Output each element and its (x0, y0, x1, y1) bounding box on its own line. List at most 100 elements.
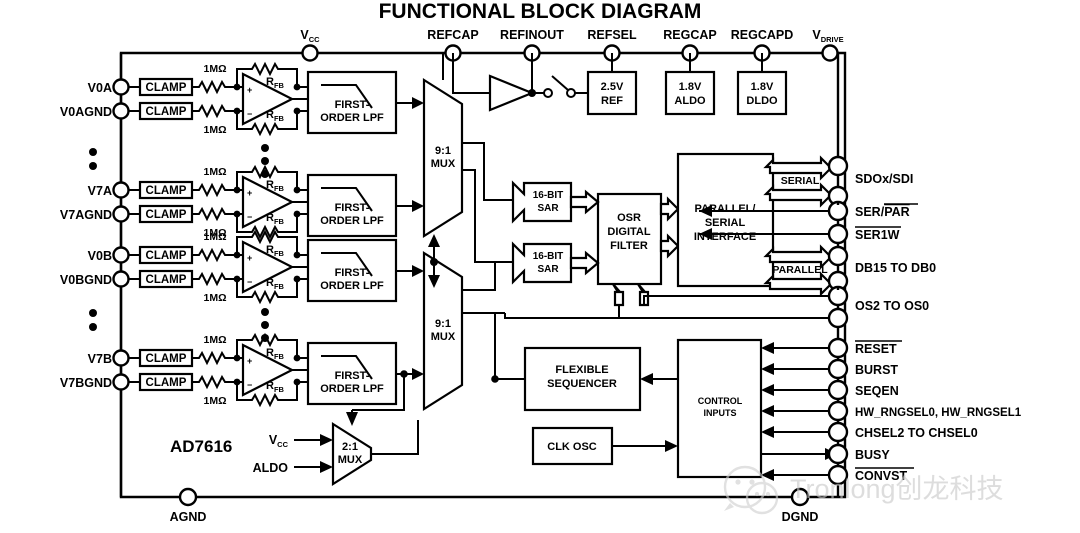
lpf-label-line1: FIRST- (335, 202, 370, 214)
pin-circle-v0b[interactable] (112, 246, 130, 264)
pin-circle-vcc[interactable] (301, 44, 319, 62)
pin-circle-agnd[interactable] (178, 487, 198, 507)
rfb-label: RFB (266, 109, 285, 123)
input-label-v7bgnd: V7BGND (60, 376, 112, 390)
clamp-label: CLAMP (146, 274, 187, 286)
pin-circle-seqen[interactable] (827, 379, 849, 401)
pin-label-seqen: SEQEN (855, 384, 899, 398)
dldo-block (736, 70, 788, 116)
aldo-block (664, 70, 716, 116)
input-label-v0agnd: V0AGND (60, 105, 112, 119)
pin-label-burst: BURST (855, 363, 898, 377)
pin-label-regcapd: REGCAPD (731, 28, 794, 42)
serial-bus-in (763, 182, 833, 208)
pin-circle-vdrive[interactable] (821, 44, 839, 62)
arrow-head (412, 368, 424, 380)
aldo-label-line1: 1.8V (679, 81, 702, 93)
resistor-value: 1MΩ (203, 63, 226, 75)
pin-circle-v7bgnd[interactable] (112, 373, 130, 391)
arrow-head (412, 265, 424, 277)
junction-dot (430, 258, 438, 266)
pin-circle-v7a[interactable] (112, 181, 130, 199)
bus-arrow (659, 196, 680, 222)
pin-circle-v7b[interactable] (112, 349, 130, 367)
sar-adc-1: 16-BIT SAR (462, 142, 573, 224)
sar2-label-line1: 16-BIT (533, 251, 564, 262)
pin-label-regcap: REGCAP (663, 28, 716, 42)
bus-arrow (569, 189, 600, 215)
clamp-label: CLAMP (146, 106, 187, 118)
input-channel-v0a: V0A V0AGND CLAMP CLAMP 1MΩ 1MΩ + − RFB R… (60, 61, 424, 137)
switch-terminal[interactable] (543, 88, 553, 98)
pin-label-ser-par: SER/PAR (855, 205, 910, 219)
bus-arrow (659, 233, 680, 259)
control-label-line2: INPUTS (703, 408, 736, 418)
bus-arrow (569, 250, 600, 276)
mux2-input-vcc: VCC (269, 433, 289, 449)
input-label-v0b: V0B (88, 249, 112, 263)
os-routing (619, 295, 838, 319)
clamp-label: CLAMP (146, 250, 187, 262)
mux-top-label-line2: MUX (431, 158, 456, 170)
pin-circle-busy[interactable] (827, 443, 849, 465)
opamp-minus: − (247, 380, 252, 390)
pin-circle-chsel[interactable] (827, 421, 849, 443)
opamp-plus: + (247, 356, 252, 366)
ref-buffer (488, 74, 535, 112)
watermark-text: Tronlong创龙科技 (790, 474, 1004, 504)
pin-label-hw-rngsel: HW_RNGSEL0, HW_RNGSEL1 (855, 407, 1022, 419)
clamp-label: CLAMP (146, 82, 187, 94)
arrow-head (640, 373, 653, 385)
pin-label-db15-db0: DB15 TO DB0 (855, 261, 936, 275)
pin-circle-hw-rngsel[interactable] (827, 400, 849, 422)
osr-label-line2: DIGITAL (607, 226, 650, 238)
resistor-value: 1MΩ (203, 124, 226, 136)
opamp-minus: − (247, 109, 252, 119)
diagram-canvas: FUNCTIONAL BLOCK DIAGRAM VCC REFCAP REFI… (60, 0, 1022, 524)
mux-bottom-label-line1: 9:1 (435, 318, 451, 330)
rfb-label: RFB (266, 380, 285, 394)
pin-circle-os0[interactable] (827, 307, 849, 329)
arrow-head (412, 200, 424, 212)
switch-terminal[interactable] (566, 88, 576, 98)
pin-circle-sdox[interactable] (827, 155, 849, 177)
lpf-label-line2: ORDER LPF (320, 280, 384, 292)
pin-label-chsel: CHSEL2 TO CHSEL0 (855, 426, 978, 440)
pin-label-sdox-sdi: SDOx/SDI (855, 172, 913, 186)
pin-circle-db15[interactable] (827, 245, 849, 267)
flexible-sequencer: FLEXIBLE SEQUENCER (491, 313, 678, 412)
lpf-label-line2: ORDER LPF (320, 112, 384, 124)
rfb-label: RFB (266, 212, 285, 226)
lpf-label-line1: FIRST- (335, 99, 370, 111)
clamp-label: CLAMP (146, 377, 187, 389)
pin-circle-reset[interactable] (827, 337, 849, 359)
sar2-label-line2: SAR (537, 264, 559, 275)
pin-label-reset: RESET (855, 342, 897, 356)
ground-label-dgnd: DGND (782, 510, 819, 524)
pin-circle-v7agnd[interactable] (112, 205, 130, 223)
pin-circle-ser1w[interactable] (827, 223, 849, 245)
opamp-plus: + (247, 85, 252, 95)
pin-label-refinout: REFINOUT (500, 28, 564, 42)
clamp-label: CLAMP (146, 185, 187, 197)
sar2-shape (511, 241, 573, 285)
ref-label-line2: REF (601, 95, 623, 107)
input-label-v0a: V0A (88, 81, 112, 95)
ground-label-agnd: AGND (170, 510, 207, 524)
parallel-serial-interface: PARALLEL/ SERIAL INTERFACE SERIAL PARALL… (676, 152, 838, 297)
pin-label-os2-os0: OS2 TO OS0 (855, 299, 929, 313)
pin-circle-v0agnd[interactable] (112, 102, 130, 120)
pin-circle-burst[interactable] (827, 358, 849, 380)
pin-circle-v0bgnd[interactable] (112, 270, 130, 288)
lpf-label-line2: ORDER LPF (320, 215, 384, 227)
lpf-label-line1: FIRST- (335, 267, 370, 279)
pin-circle-v0a[interactable] (112, 78, 130, 96)
opamp-minus: − (247, 212, 252, 222)
part-number-label: AD7616 (170, 437, 232, 456)
rfb-label: RFB (266, 179, 285, 193)
functional-block-diagram: FUNCTIONAL BLOCK DIAGRAM VCC REFCAP REFI… (0, 0, 1080, 533)
resistor-value: 1MΩ (203, 395, 226, 407)
lpf-label-line1: FIRST- (335, 370, 370, 382)
mux-9to1-top: 9:1 MUX (422, 78, 464, 238)
opamp-minus: − (247, 277, 252, 287)
